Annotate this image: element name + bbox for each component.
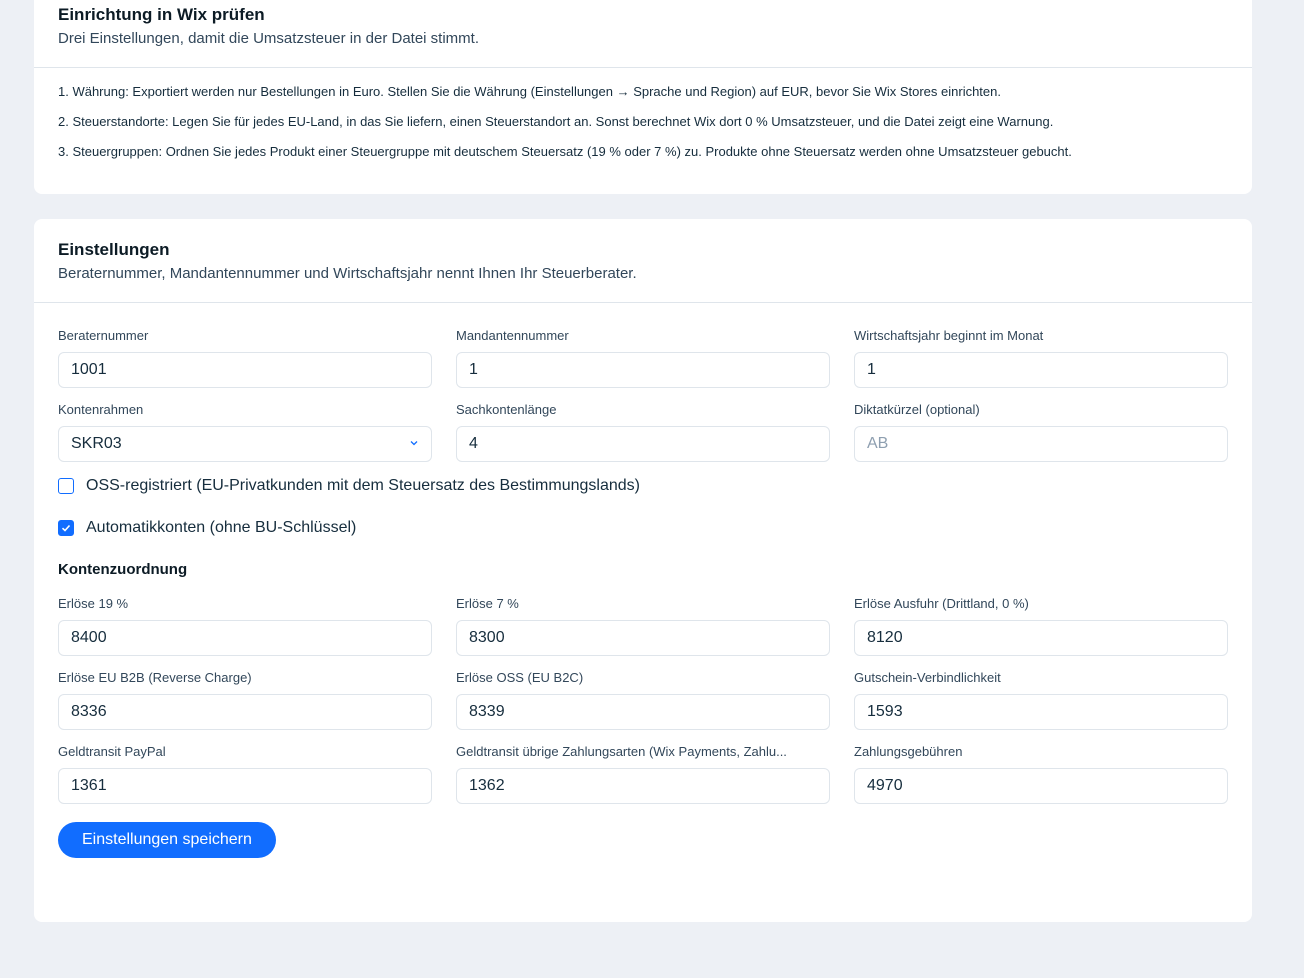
- auto-checkbox-row[interactable]: Automatikkonten (ohne BU-Schlüssel): [58, 518, 1228, 538]
- konto-eu-b2b-field: Erlöse EU B2B (Reverse Charge): [58, 670, 432, 730]
- sachkonten-label: Sachkontenlänge: [456, 402, 557, 417]
- save-settings-button[interactable]: Einstellungen speichern: [58, 822, 276, 858]
- konto-fees-input[interactable]: [854, 768, 1228, 804]
- konto-paypal-label: Geldtransit PayPal: [58, 744, 166, 759]
- auto-checkbox[interactable]: [58, 520, 74, 536]
- settings-subtitle: Beraternummer, Mandantennummer und Wirts…: [58, 265, 637, 282]
- konto-erloese-7-label: Erlöse 7 %: [456, 596, 519, 611]
- kontenrahmen-field: Kontenrahmen SKR03: [58, 402, 432, 462]
- diktat-input[interactable]: [854, 426, 1228, 462]
- konten-row-2: Erlöse EU B2B (Reverse Charge) Erlöse OS…: [58, 670, 1228, 730]
- sachkonten-input[interactable]: [456, 426, 830, 462]
- konto-gutschein-field: Gutschein-Verbindlichkeit: [854, 670, 1228, 730]
- konto-fees-label: Zahlungsgebühren: [854, 744, 963, 759]
- chevron-down-icon: [410, 441, 418, 446]
- auto-checkbox-label: Automatikkonten (ohne BU-Schlüssel): [86, 519, 357, 536]
- konto-eu-b2b-label: Erlöse EU B2B (Reverse Charge): [58, 670, 252, 685]
- konto-ausfuhr-label: Erlöse Ausfuhr (Drittland, 0 %): [854, 596, 1029, 611]
- konto-fees-field: Zahlungsgebühren: [854, 744, 1228, 804]
- kontenrahmen-label: Kontenrahmen: [58, 402, 144, 417]
- kontenrahmen-select[interactable]: SKR03: [58, 426, 432, 462]
- mandant-field: Mandantennummer: [456, 328, 830, 388]
- konten-row-1: Erlöse 19 % Erlöse 7 % Erlöse Ausfuhr (D…: [58, 596, 1228, 656]
- setup-step-tax-locations: 2. Steuerstandorte: Legen Sie für jedes …: [58, 114, 1054, 129]
- oss-checkbox-label: OSS-registriert (EU-Privatkunden mit dem…: [86, 477, 640, 494]
- konto-ausfuhr-field: Erlöse Ausfuhr (Drittland, 0 %): [854, 596, 1228, 656]
- settings-form: Beraternummer Mandantennummer Wirtschaft…: [34, 303, 1252, 858]
- konten-row-3: Geldtransit PayPal Geldtransit übrige Za…: [58, 744, 1228, 804]
- sachkonten-field: Sachkontenlänge: [456, 402, 830, 462]
- settings-card-header: Einstellungen Beraternummer, Mandantennu…: [34, 219, 1252, 303]
- konto-oss-field: Erlöse OSS (EU B2C): [456, 670, 830, 730]
- konto-transit-other-label: Geldtransit übrige Zahlungsarten (Wix Pa…: [456, 744, 787, 759]
- konto-erloese-7-field: Erlöse 7 %: [456, 596, 830, 656]
- konto-erloese-19-label: Erlöse 19 %: [58, 596, 129, 611]
- setup-card: Einrichtung in Wix prüfen Drei Einstellu…: [34, 0, 1252, 194]
- general-row-2: Kontenrahmen SKR03 Sachkontenlänge Dikta…: [58, 402, 1228, 462]
- konto-transit-other-field: Geldtransit übrige Zahlungsarten (Wix Pa…: [456, 744, 830, 804]
- konto-paypal-input[interactable]: [58, 768, 432, 804]
- oss-checkbox-row[interactable]: OSS-registriert (EU-Privatkunden mit dem…: [58, 476, 1228, 496]
- berater-field: Beraternummer: [58, 328, 432, 388]
- setup-card-header: Einrichtung in Wix prüfen Drei Einstellu…: [34, 0, 1252, 68]
- oss-checkbox[interactable]: [58, 478, 74, 494]
- setup-title: Einrichtung in Wix prüfen: [58, 5, 265, 24]
- konto-paypal-field: Geldtransit PayPal: [58, 744, 432, 804]
- mandant-label: Mandantennummer: [456, 328, 569, 343]
- konto-erloese-19-field: Erlöse 19 %: [58, 596, 432, 656]
- konto-oss-label: Erlöse OSS (EU B2C): [456, 670, 584, 685]
- wj-label: Wirtschaftsjahr beginnt im Monat: [854, 328, 1044, 343]
- diktat-label: Diktatkürzel (optional): [854, 402, 980, 417]
- setup-steps: 1. Währung: Exportiert werden nur Bestel…: [34, 68, 1252, 160]
- setup-subtitle: Drei Einstellungen, damit die Umsatzsteu…: [58, 30, 479, 47]
- general-row-1: Beraternummer Mandantennummer Wirtschaft…: [58, 328, 1228, 388]
- setup-step-tax-groups: 3. Steuergruppen: Ordnen Sie jedes Produ…: [58, 144, 1072, 159]
- berater-label: Beraternummer: [58, 328, 149, 343]
- berater-input[interactable]: [58, 352, 432, 388]
- wj-input[interactable]: [854, 352, 1228, 388]
- konto-erloese-7-input[interactable]: [456, 620, 830, 656]
- setup-step-currency: 1. Währung: Exportiert werden nur Bestel…: [58, 84, 1001, 99]
- konto-gutschein-input[interactable]: [854, 694, 1228, 730]
- settings-card: Einstellungen Beraternummer, Mandantennu…: [34, 219, 1252, 922]
- mandant-input[interactable]: [456, 352, 830, 388]
- checkmark-icon: [61, 524, 71, 532]
- konto-transit-other-input[interactable]: [456, 768, 830, 804]
- konto-eu-b2b-input[interactable]: [58, 694, 432, 730]
- konten-section-title: Kontenzuordnung: [58, 561, 188, 578]
- settings-title: Einstellungen: [58, 240, 170, 259]
- konto-ausfuhr-input[interactable]: [854, 620, 1228, 656]
- konto-oss-input[interactable]: [456, 694, 830, 730]
- kontenrahmen-value: SKR03: [58, 426, 432, 462]
- wj-field: Wirtschaftsjahr beginnt im Monat: [854, 328, 1228, 388]
- konto-gutschein-label: Gutschein-Verbindlichkeit: [854, 670, 1001, 685]
- konto-erloese-19-input[interactable]: [58, 620, 432, 656]
- diktat-field: Diktatkürzel (optional): [854, 402, 1228, 462]
